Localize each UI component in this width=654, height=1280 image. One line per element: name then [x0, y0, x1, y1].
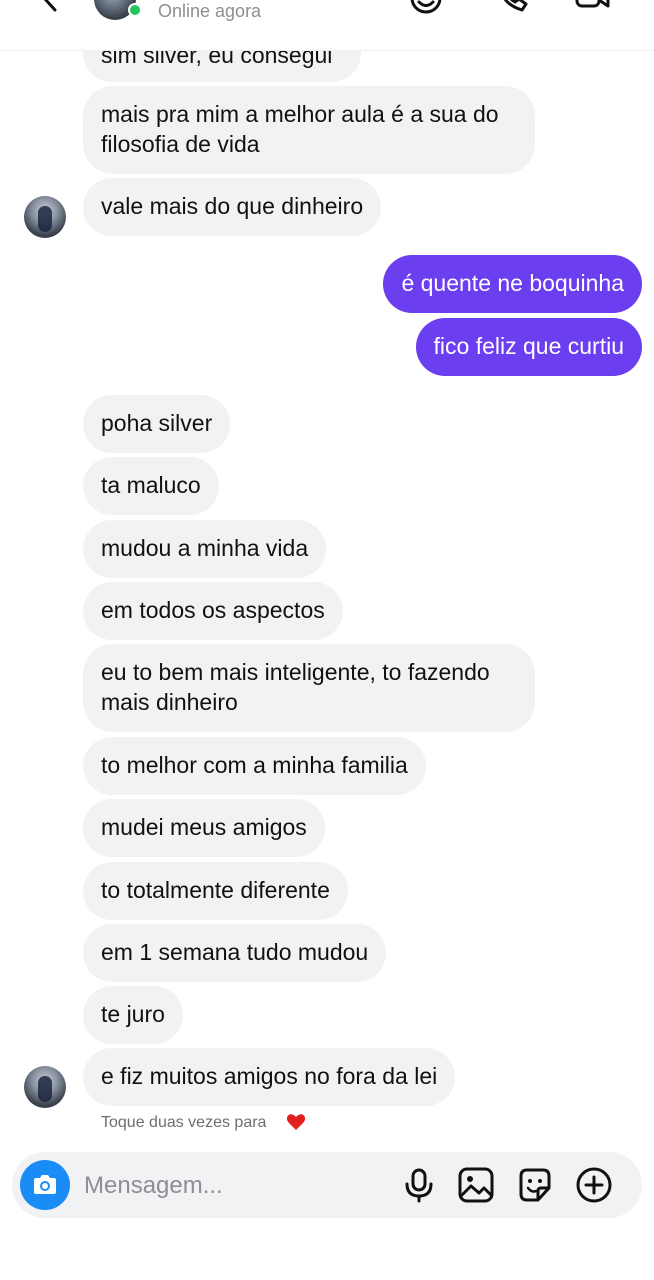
message-incoming[interactable]: em todos os aspectos	[83, 582, 343, 640]
message-text: vale mais do que dinheiro	[101, 193, 364, 219]
gallery-icon[interactable]	[457, 1166, 495, 1204]
phone-icon[interactable]	[494, 0, 530, 16]
message-text: fico feliz que curtiu	[433, 333, 624, 359]
emoji-reaction-icon[interactable]	[408, 0, 444, 16]
back-icon[interactable]	[38, 0, 64, 12]
message-text: poha silver	[101, 410, 213, 436]
message-incoming[interactable]: mais pra mim a melhor aula é a sua do fi…	[83, 86, 535, 174]
microphone-icon[interactable]	[400, 1166, 438, 1204]
message-text: é quente ne boquinha	[401, 270, 624, 296]
message-incoming[interactable]: mudou a minha vida	[83, 520, 327, 578]
double-tap-hint: Toque duas vezes para	[101, 1114, 267, 1131]
chat-header: Online agora	[0, 0, 654, 51]
message-text: to totalmente diferente	[101, 877, 330, 903]
message-text: to melhor com a minha familia	[101, 752, 408, 778]
message-outgoing[interactable]: fico feliz que curtiu	[415, 318, 642, 376]
message-incoming[interactable]: eu to bem mais inteligente, to fazendo m…	[83, 644, 535, 732]
message-input[interactable]	[82, 1167, 386, 1205]
message-text: mais pra mim a melhor aula é a sua do fi…	[101, 101, 499, 157]
plus-icon[interactable]	[575, 1166, 613, 1204]
message-incoming[interactable]: poha silver	[83, 395, 231, 453]
video-icon[interactable]	[574, 0, 610, 16]
sender-avatar[interactable]	[24, 1066, 66, 1108]
message-text: te juro	[101, 1001, 165, 1027]
sender-avatar[interactable]	[24, 196, 66, 238]
sticker-icon[interactable]	[516, 1166, 554, 1204]
camera-icon	[34, 1175, 56, 1194]
message-incoming[interactable]: vale mais do que dinheiro	[83, 178, 382, 236]
message-incoming[interactable]: ta maluco	[83, 457, 219, 515]
message-incoming[interactable]: te juro	[83, 986, 183, 1044]
message-text: ta maluco	[101, 472, 201, 498]
message-text: eu to bem mais inteligente, to fazendo m…	[101, 659, 490, 715]
message-outgoing[interactable]: é quente ne boquinha	[383, 255, 642, 313]
message-incoming[interactable]: e fiz muitos amigos no fora da lei	[83, 1048, 456, 1106]
message-text: em todos os aspectos	[101, 597, 325, 623]
message-composer	[12, 1152, 642, 1218]
message-incoming[interactable]: mudei meus amigos	[83, 799, 325, 857]
message-incoming[interactable]: em 1 semana tudo mudou	[83, 924, 387, 982]
message-incoming[interactable]: to melhor com a minha familia	[83, 737, 426, 795]
online-status-dot	[128, 3, 142, 17]
heart-icon	[286, 1114, 306, 1130]
message-text: e fiz muitos amigos no fora da lei	[101, 1063, 438, 1089]
message-incoming[interactable]: to totalmente diferente	[83, 862, 348, 920]
camera-button[interactable]	[20, 1160, 70, 1210]
message-text: mudou a minha vida	[101, 535, 309, 561]
message-text: em 1 semana tudo mudou	[101, 939, 369, 965]
message-text: mudei meus amigos	[101, 814, 307, 840]
online-status-text: Online agora	[158, 1, 262, 21]
